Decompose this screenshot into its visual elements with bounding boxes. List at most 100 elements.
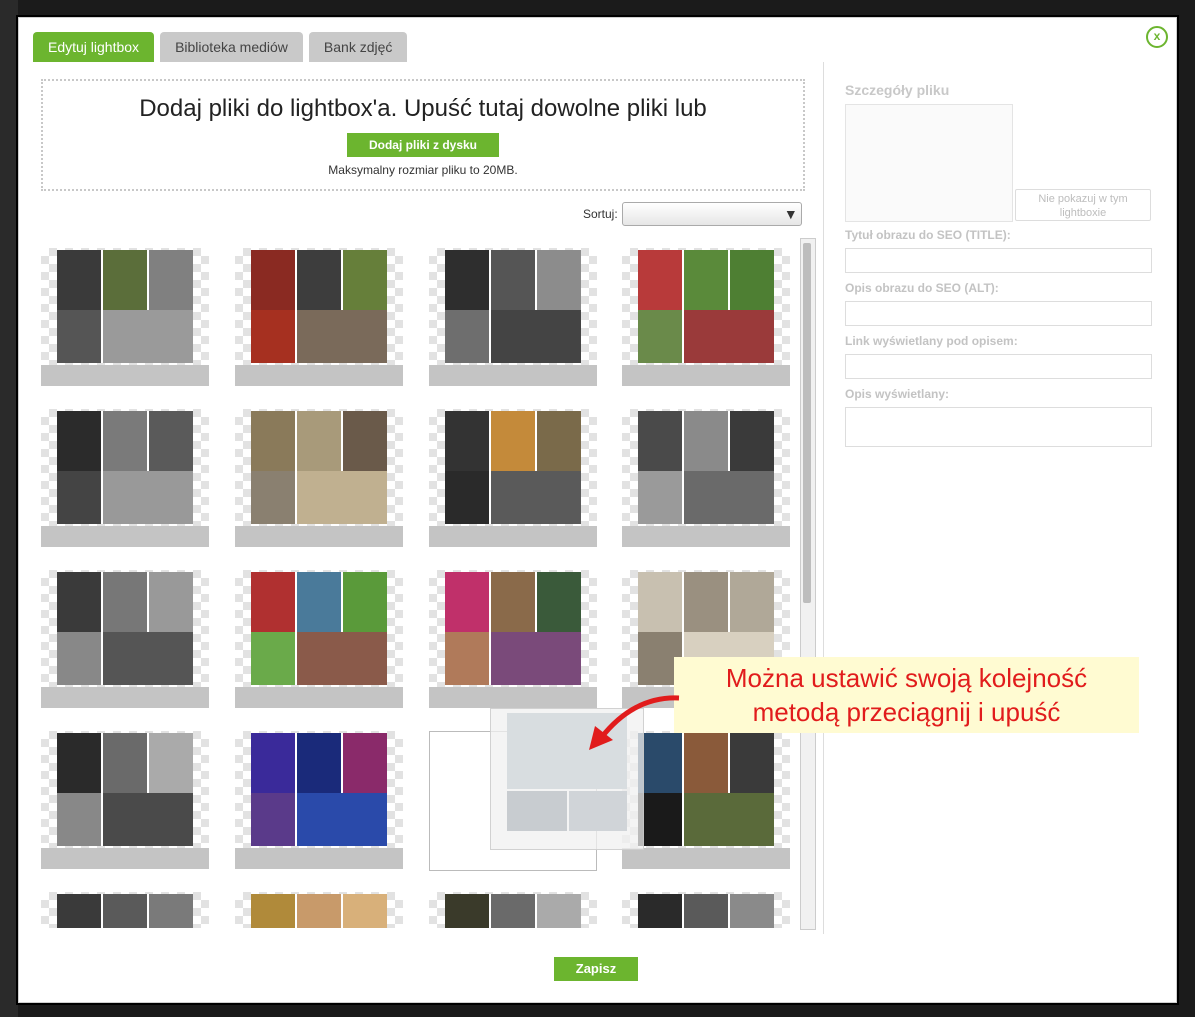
details-title: Szczegóły pliku [845, 82, 950, 98]
collage-photo [103, 733, 147, 793]
lightbox-image-tile[interactable] [235, 731, 403, 871]
collage-photo [57, 250, 101, 310]
lightbox-image-tile[interactable] [235, 892, 403, 928]
collage-photo [149, 894, 193, 928]
collage-photo [684, 793, 774, 846]
lightbox-image-tile[interactable] [41, 409, 209, 549]
collage-photo [343, 411, 387, 471]
seo-alt-input[interactable] [845, 301, 1152, 326]
tile-caption-bar [429, 526, 597, 547]
collage-photo [343, 572, 387, 632]
collage-photo [103, 894, 147, 928]
tile-thumbnail [235, 731, 403, 848]
collage-photo [149, 572, 193, 632]
collage-photo [491, 572, 535, 632]
collage-photo [149, 411, 193, 471]
max-size-hint: Maksymalny rozmiar pliku to 20MB. [328, 163, 518, 177]
link-input[interactable] [845, 354, 1152, 379]
photo-collage [57, 411, 193, 524]
photo-collage [251, 572, 387, 685]
collage-photo [251, 793, 295, 846]
lightbox-image-tile[interactable] [429, 570, 597, 710]
tile-thumbnail [429, 570, 597, 687]
lightbox-image-tile[interactable] [41, 892, 209, 928]
collage-photo [638, 411, 682, 471]
collage-photo [491, 250, 535, 310]
tile-caption-bar [235, 848, 403, 869]
collage-photo [297, 793, 387, 846]
lightbox-image-tile[interactable] [429, 892, 597, 928]
tile-caption-bar [429, 365, 597, 386]
tile-caption-bar [41, 526, 209, 547]
tile-thumbnail [41, 409, 209, 526]
lightbox-image-tile[interactable] [41, 570, 209, 710]
lightbox-image-tile[interactable] [235, 570, 403, 710]
tab-edit-lightbox[interactable]: Edytuj lightbox [33, 32, 155, 62]
seo-title-label: Tytuł obrazu do SEO (TITLE): [845, 228, 1011, 242]
hide-in-lightbox-button[interactable]: Nie pokazuj w tym lightboxie [1015, 189, 1151, 221]
collage-photo [149, 733, 193, 793]
callout-line-1: Można ustawić swoją kolejność [725, 663, 1088, 693]
lightbox-image-tile[interactable] [622, 248, 790, 388]
collage-photo [343, 894, 387, 928]
collage-photo [57, 894, 101, 928]
tile-thumbnail [622, 892, 790, 928]
lightbox-image-tile[interactable] [429, 409, 597, 549]
photo-collage [251, 894, 387, 928]
save-button[interactable]: Zapisz [554, 957, 638, 981]
tile-caption-bar [41, 848, 209, 869]
lightbox-image-tile[interactable] [429, 248, 597, 388]
callout-line-2: metodą przeciągnij i upuść [752, 697, 1061, 727]
collage-photo [684, 894, 728, 928]
photo-collage [445, 411, 581, 524]
tile-thumbnail [429, 892, 597, 928]
sort-label: Sortuj: [583, 207, 618, 221]
collage-photo [445, 572, 489, 632]
tile-thumbnail [235, 570, 403, 687]
seo-title-input[interactable] [845, 248, 1152, 273]
add-files-button[interactable]: Dodaj pliki z dysku [346, 133, 500, 157]
grid-scrollbar[interactable] [800, 238, 816, 930]
tile-thumbnail [429, 409, 597, 526]
tile-thumbnail [41, 892, 209, 928]
tile-caption-bar [41, 365, 209, 386]
lightbox-image-tile[interactable] [622, 409, 790, 549]
scrollbar-thumb[interactable] [803, 243, 811, 603]
sort-select[interactable]: ▼ [621, 202, 802, 226]
file-dropzone[interactable]: Dodaj pliki do lightbox'a. Upuść tutaj d… [41, 79, 805, 191]
collage-photo [638, 471, 682, 524]
lightbox-image-tile[interactable] [235, 248, 403, 388]
collage-photo [103, 411, 147, 471]
ghost-photo-small [569, 791, 627, 831]
collage-photo [684, 471, 774, 524]
collage-photo [684, 310, 774, 363]
tab-bar: Edytuj lightbox Biblioteka mediów Bank z… [33, 32, 408, 62]
tile-thumbnail [622, 409, 790, 526]
sort-control: Sortuj: ▼ [583, 202, 802, 226]
tile-caption-bar [622, 848, 790, 869]
collage-photo [297, 411, 341, 471]
collage-photo [684, 733, 728, 793]
collage-photo [251, 250, 295, 310]
collage-photo [251, 572, 295, 632]
panel-divider [823, 62, 824, 934]
description-input[interactable] [845, 407, 1152, 447]
tile-caption-bar [41, 687, 209, 708]
curved-arrow-icon [589, 695, 680, 750]
collage-photo [103, 632, 193, 685]
lightbox-image-tile[interactable] [622, 892, 790, 928]
photo-collage [638, 411, 774, 524]
lightbox-image-tile[interactable] [235, 409, 403, 549]
collage-photo [57, 793, 101, 846]
lightbox-image-tile[interactable] [41, 731, 209, 871]
collage-photo [297, 250, 341, 310]
tab-photo-bank[interactable]: Bank zdjęć [308, 32, 408, 62]
collage-photo [57, 632, 101, 685]
collage-photo [251, 733, 295, 793]
lightbox-image-tile[interactable] [41, 248, 209, 388]
photo-collage [57, 572, 193, 685]
tab-media-library[interactable]: Biblioteka mediów [160, 32, 303, 62]
close-icon[interactable]: x [1146, 26, 1168, 48]
tile-thumbnail [429, 248, 597, 365]
tile-caption-bar [235, 365, 403, 386]
